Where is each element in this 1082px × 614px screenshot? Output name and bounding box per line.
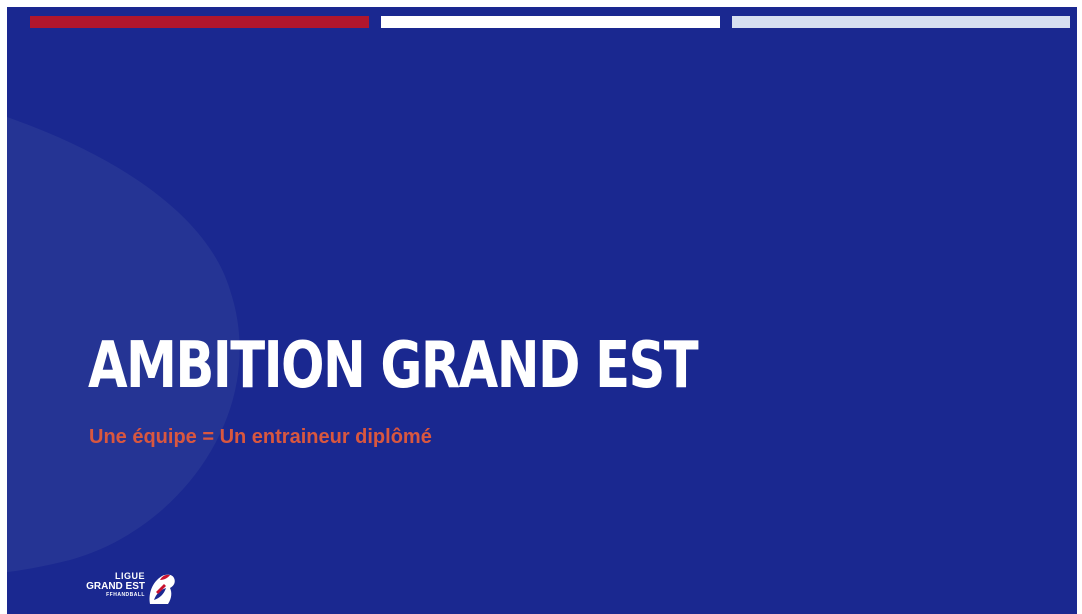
frame-left	[0, 0, 7, 614]
logo-line-ffhandball: FFHANDBALL	[106, 592, 145, 598]
slide-title: AMBITION GRAND EST	[88, 329, 699, 403]
stripe-white	[381, 16, 720, 28]
stripe-red	[30, 16, 369, 28]
slide: AMBITION GRAND EST Une équipe = Un entra…	[0, 0, 1082, 614]
logo-line-grand-est: GRAND EST	[86, 581, 145, 592]
stripe-light-blue	[732, 16, 1070, 28]
logo-text: LIGUE GRAND EST FFHANDBALL	[83, 572, 145, 599]
rooster-emblem-icon	[149, 574, 175, 604]
slide-subtitle: Une équipe = Un entraineur diplômé	[89, 426, 432, 448]
ligue-grand-est-logo: LIGUE GRAND EST FFHANDBALL	[83, 570, 193, 608]
frame-right	[1077, 0, 1082, 614]
logo-line-ligue: LIGUE	[114, 571, 145, 581]
frame-top	[0, 0, 1082, 7]
